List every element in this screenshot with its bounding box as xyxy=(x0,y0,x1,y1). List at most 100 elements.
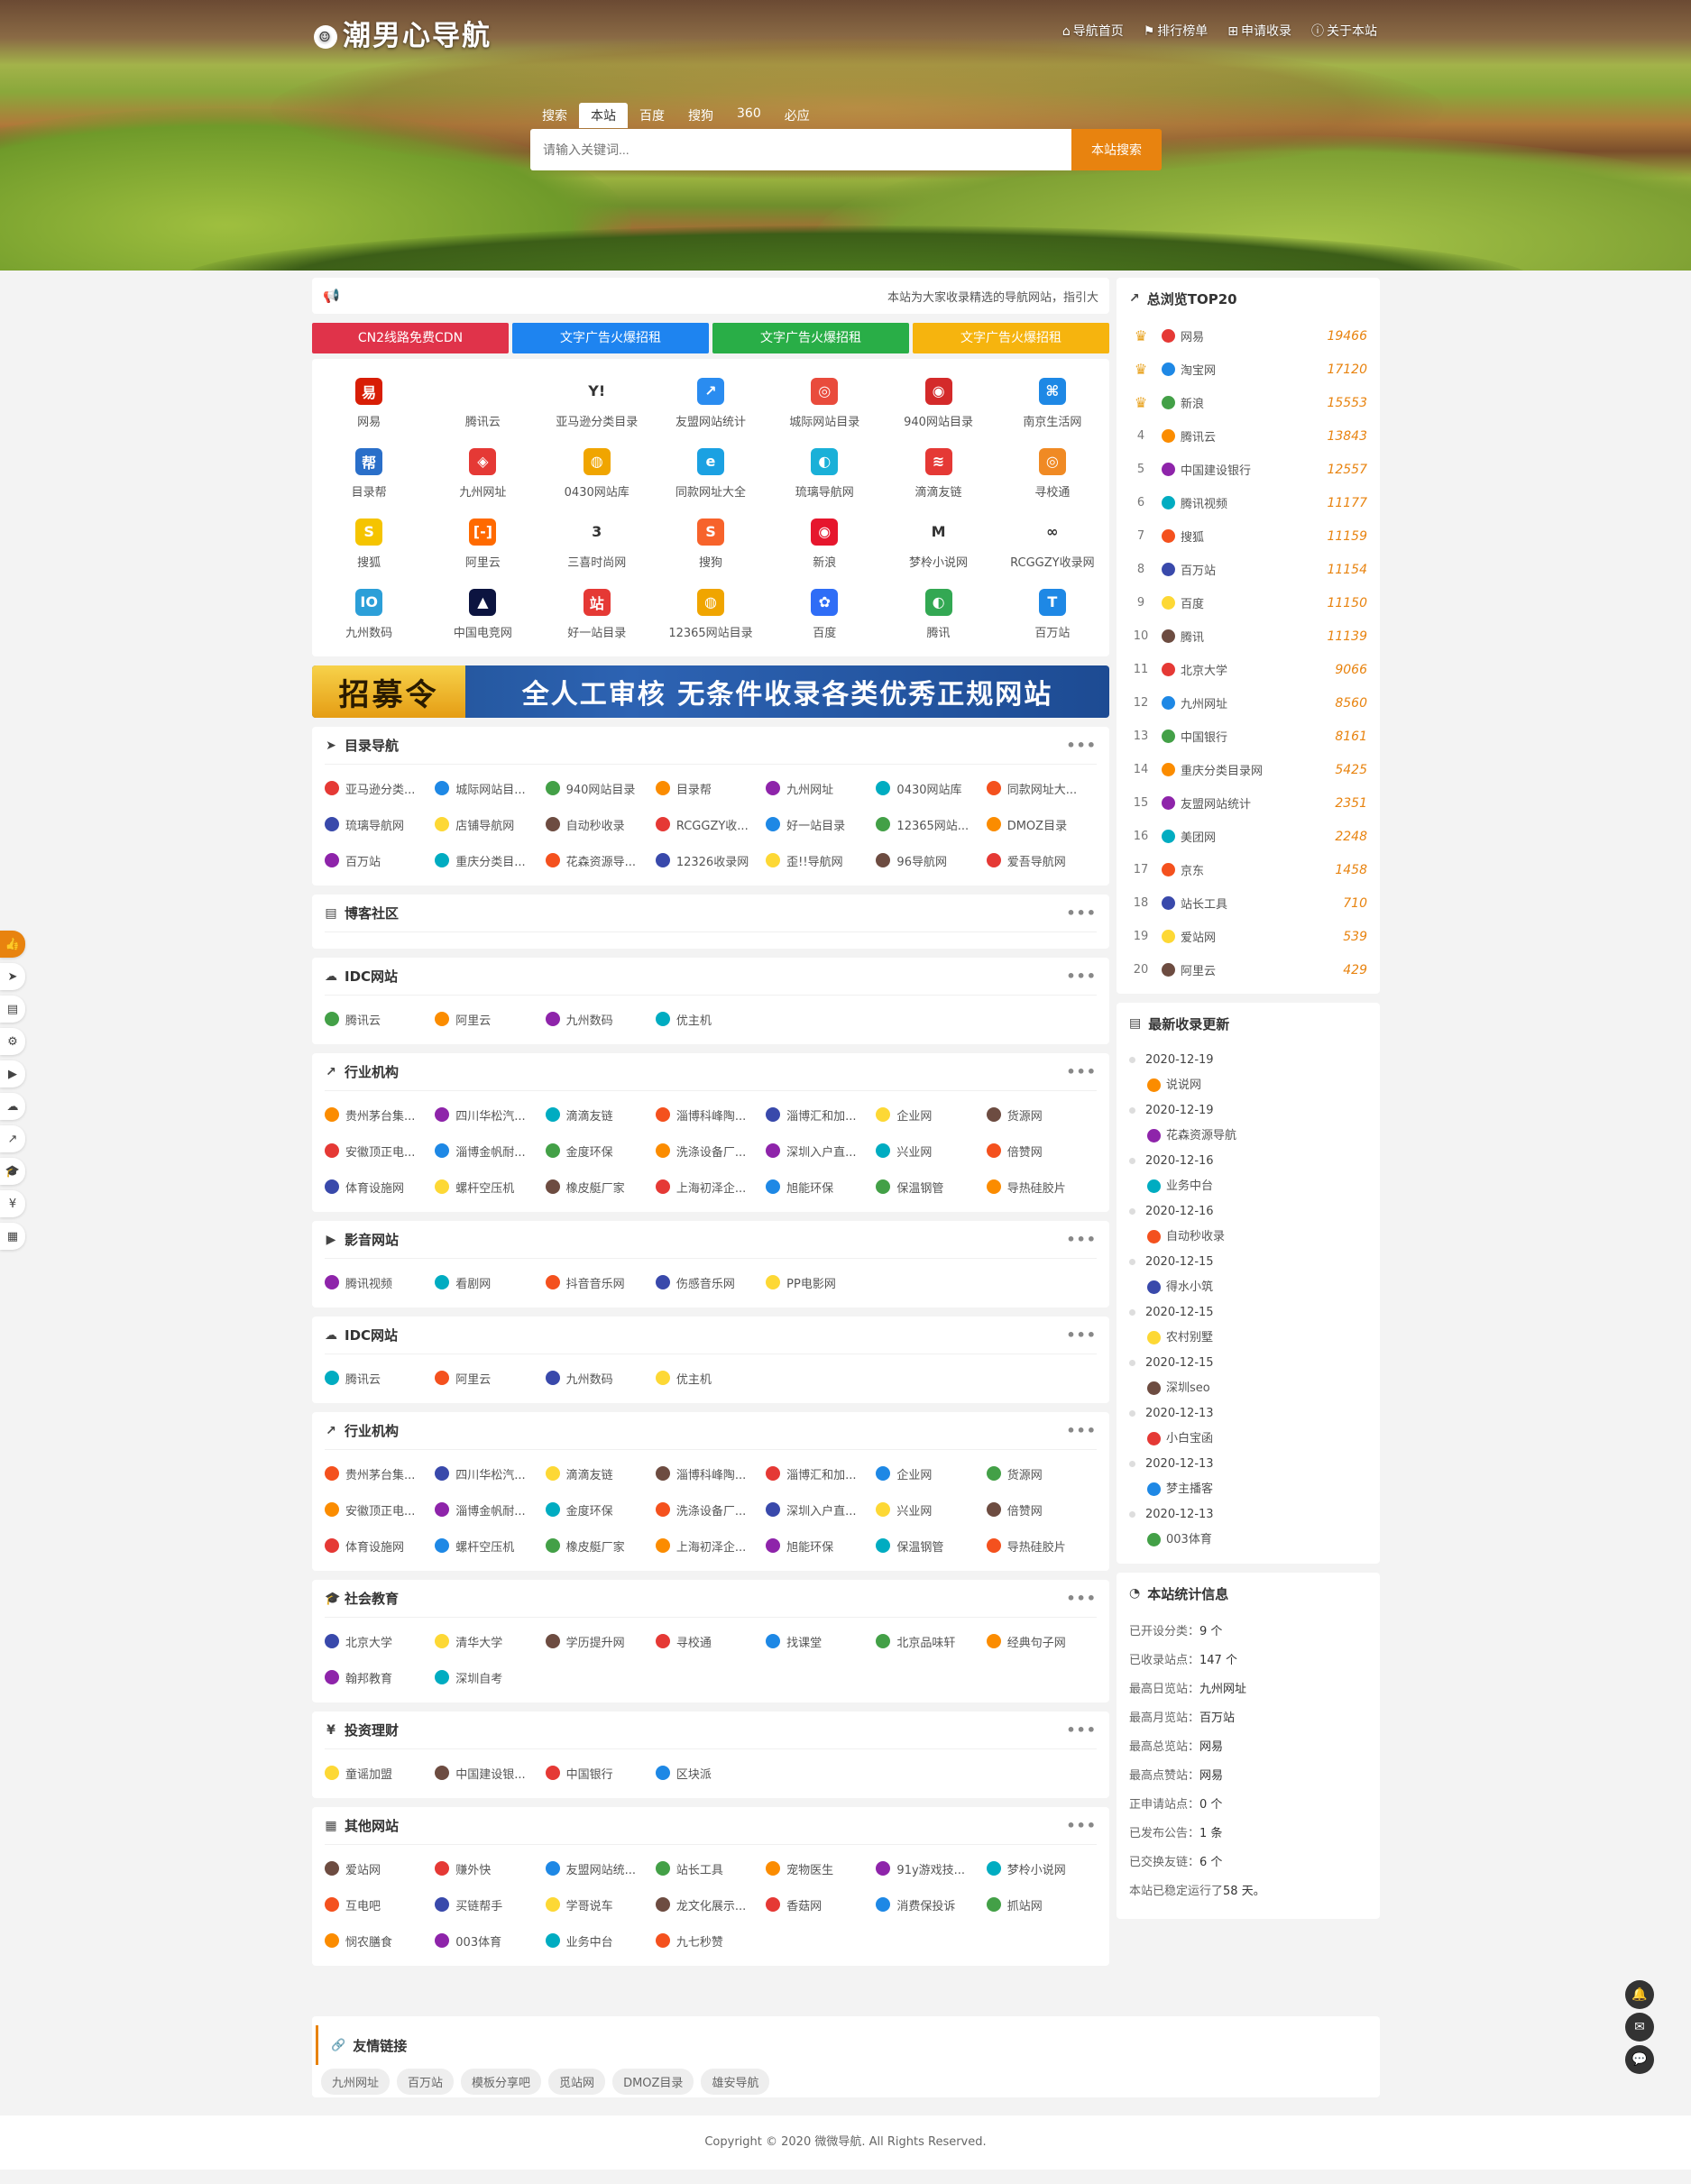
grid-icon[interactable]: ▦ xyxy=(0,1223,25,1250)
site-link[interactable]: 旭能环保 xyxy=(766,1169,876,1205)
site-link[interactable]: 同款网址大... xyxy=(986,770,1097,806)
featured-site[interactable]: 3 三喜时尚网 xyxy=(540,509,654,579)
site-link[interactable]: 腾讯云 xyxy=(325,1360,435,1396)
featured-site[interactable]: ≋ 滴滴友链 xyxy=(881,438,995,509)
site-link[interactable]: 站长工具 xyxy=(655,1850,766,1886)
site-link[interactable]: 0430网站库 xyxy=(876,770,986,806)
site-link[interactable]: 螺杆空压机 xyxy=(435,1169,545,1205)
site-link[interactable]: 洗涤设备厂... xyxy=(655,1133,766,1169)
rank-item[interactable]: 11 北京大学 9066 xyxy=(1129,653,1367,686)
site-link[interactable]: RCGGZY收... xyxy=(655,806,766,842)
rank-item[interactable]: 17 京东 1458 xyxy=(1129,853,1367,886)
friend-link[interactable]: 雄安导航 xyxy=(701,2069,770,2095)
site-link[interactable]: 赚外快 xyxy=(435,1850,545,1886)
site-link[interactable]: 倍赞网 xyxy=(986,1133,1097,1169)
chat-icon[interactable]: 💬 xyxy=(1625,2045,1654,2074)
rank-item[interactable]: 6 腾讯视频 11177 xyxy=(1129,486,1367,519)
site-link[interactable]: 上海初泽企... xyxy=(655,1169,766,1205)
featured-site[interactable]: ∞ RCGGZY收录网 xyxy=(996,509,1109,579)
featured-site[interactable]: 帮目录帮 xyxy=(312,438,426,509)
rank-item[interactable]: 5 中国建设银行 12557 xyxy=(1129,453,1367,486)
featured-site[interactable]: e 同款网址大全 xyxy=(654,438,767,509)
search-tab-360[interactable]: 360 xyxy=(725,103,773,128)
site-link[interactable]: 淄博金帆耐... xyxy=(435,1133,545,1169)
site-link[interactable]: 导热硅胶片 xyxy=(986,1528,1097,1564)
search-tab-sogou[interactable]: 搜狗 xyxy=(676,103,725,128)
site-link[interactable]: 龙文化展示... xyxy=(655,1886,766,1922)
site-link[interactable]: 金度环保 xyxy=(545,1491,656,1528)
featured-site[interactable]: ⌘ 南京生活网 xyxy=(996,368,1109,438)
site-link[interactable]: 阿里云 xyxy=(435,1360,545,1396)
featured-site[interactable]: ◐ 腾讯 xyxy=(881,579,995,649)
site-link[interactable]: 上海初泽企... xyxy=(655,1528,766,1564)
video-icon[interactable]: ▶ xyxy=(0,1060,25,1087)
cloud-icon[interactable]: ☁ xyxy=(0,1093,25,1120)
site-link[interactable]: 旭能环保 xyxy=(766,1528,876,1564)
featured-site[interactable]: ◍ 12365网站目录 xyxy=(654,579,767,649)
more-icon[interactable]: ••• xyxy=(1066,737,1097,754)
site-link[interactable]: 倍赞网 xyxy=(986,1491,1097,1528)
rank-item[interactable]: 15 友盟网站统计 2351 xyxy=(1129,786,1367,820)
site-link[interactable]: 91y游戏技... xyxy=(876,1850,986,1886)
site-link[interactable]: 企业网 xyxy=(876,1097,986,1133)
latest-item[interactable]: 2020-12-16 自动秒收录 xyxy=(1129,1199,1367,1250)
site-link[interactable]: 花森资源导... xyxy=(545,842,656,878)
site-link[interactable]: 抖音音乐网 xyxy=(545,1264,656,1300)
paper-plane-icon[interactable]: ➤ xyxy=(0,963,25,990)
featured-site[interactable]: IO 九州数码 xyxy=(312,579,426,649)
latest-item[interactable]: 2020-12-13 梦主播客 xyxy=(1129,1452,1367,1502)
site-link[interactable]: 互电吧 xyxy=(325,1886,435,1922)
site-link[interactable]: 梦柃小说网 xyxy=(986,1850,1097,1886)
bell-icon[interactable]: 🔔 xyxy=(1625,1980,1654,2009)
site-link[interactable]: 兴业网 xyxy=(876,1491,986,1528)
featured-site[interactable]: ◎ 城际网站目录 xyxy=(767,368,881,438)
rank-item[interactable]: 18 站长工具 710 xyxy=(1129,886,1367,920)
site-link[interactable]: 清华大学 xyxy=(435,1623,545,1659)
site-link[interactable]: 中国银行 xyxy=(545,1755,656,1791)
rank-item[interactable]: 9 百度 11150 xyxy=(1129,586,1367,619)
chart-line-icon[interactable]: ↗ xyxy=(0,1125,25,1152)
featured-site[interactable]: 易网易 xyxy=(312,368,426,438)
site-link[interactable]: 腾讯云 xyxy=(325,1001,435,1037)
more-icon[interactable]: ••• xyxy=(1066,1231,1097,1248)
site-link[interactable]: 12365网站... xyxy=(876,806,986,842)
rank-item[interactable]: 13 中国银行 8161 xyxy=(1129,720,1367,753)
site-link[interactable]: 中国建设银... xyxy=(435,1755,545,1791)
latest-item[interactable]: 2020-12-13 小白宝函 xyxy=(1129,1401,1367,1452)
more-icon[interactable]: ••• xyxy=(1066,968,1097,985)
featured-site[interactable]: [-] 阿里云 xyxy=(426,509,539,579)
friend-link[interactable]: 模板分享吧 xyxy=(461,2069,542,2095)
rank-item[interactable]: 4 腾讯云 13843 xyxy=(1129,419,1367,453)
site-link[interactable]: 货源网 xyxy=(986,1455,1097,1491)
site-link[interactable]: 九七秒赞 xyxy=(655,1922,766,1959)
site-link[interactable]: 目录帮 xyxy=(655,770,766,806)
site-link[interactable]: 翰邦教育 xyxy=(325,1659,435,1695)
search-tab-baidu[interactable]: 百度 xyxy=(628,103,676,128)
site-link[interactable]: 好一站目录 xyxy=(766,806,876,842)
featured-site[interactable]: ↗ 友盟网站统计 xyxy=(654,368,767,438)
site-link[interactable]: 北京大学 xyxy=(325,1623,435,1659)
search-tab-bing[interactable]: 必应 xyxy=(773,103,822,128)
site-link[interactable]: 货源网 xyxy=(986,1097,1097,1133)
site-link[interactable]: 学历提升网 xyxy=(545,1623,656,1659)
site-link[interactable]: 深圳入户直... xyxy=(766,1133,876,1169)
more-icon[interactable]: ••• xyxy=(1066,1422,1097,1439)
site-link[interactable]: 重庆分类目... xyxy=(435,842,545,878)
site-link[interactable]: 爱站网 xyxy=(325,1850,435,1886)
rank-item[interactable]: ♛ 淘宝网 17120 xyxy=(1129,353,1367,386)
featured-site[interactable]: ◐ 琉璃导航网 xyxy=(767,438,881,509)
site-link[interactable]: 企业网 xyxy=(876,1455,986,1491)
site-link[interactable]: 四川华松汽... xyxy=(435,1097,545,1133)
site-link[interactable]: 看剧网 xyxy=(435,1264,545,1300)
site-link[interactable]: 九州数码 xyxy=(545,1360,656,1396)
site-link[interactable]: 四川华松汽... xyxy=(435,1455,545,1491)
site-link[interactable]: 琉璃导航网 xyxy=(325,806,435,842)
site-link[interactable]: 安徽顶正电... xyxy=(325,1133,435,1169)
site-link[interactable]: 003体育 xyxy=(435,1922,545,1959)
site-link[interactable]: 店铺导航网 xyxy=(435,806,545,842)
featured-site[interactable]: M 梦柃小说网 xyxy=(881,509,995,579)
latest-item[interactable]: 2020-12-19 花森资源导航 xyxy=(1129,1098,1367,1149)
featured-site[interactable]: ◉ 新浪 xyxy=(767,509,881,579)
site-link[interactable]: 940网站目录 xyxy=(545,770,656,806)
site-link[interactable]: 学哥说车 xyxy=(545,1886,656,1922)
